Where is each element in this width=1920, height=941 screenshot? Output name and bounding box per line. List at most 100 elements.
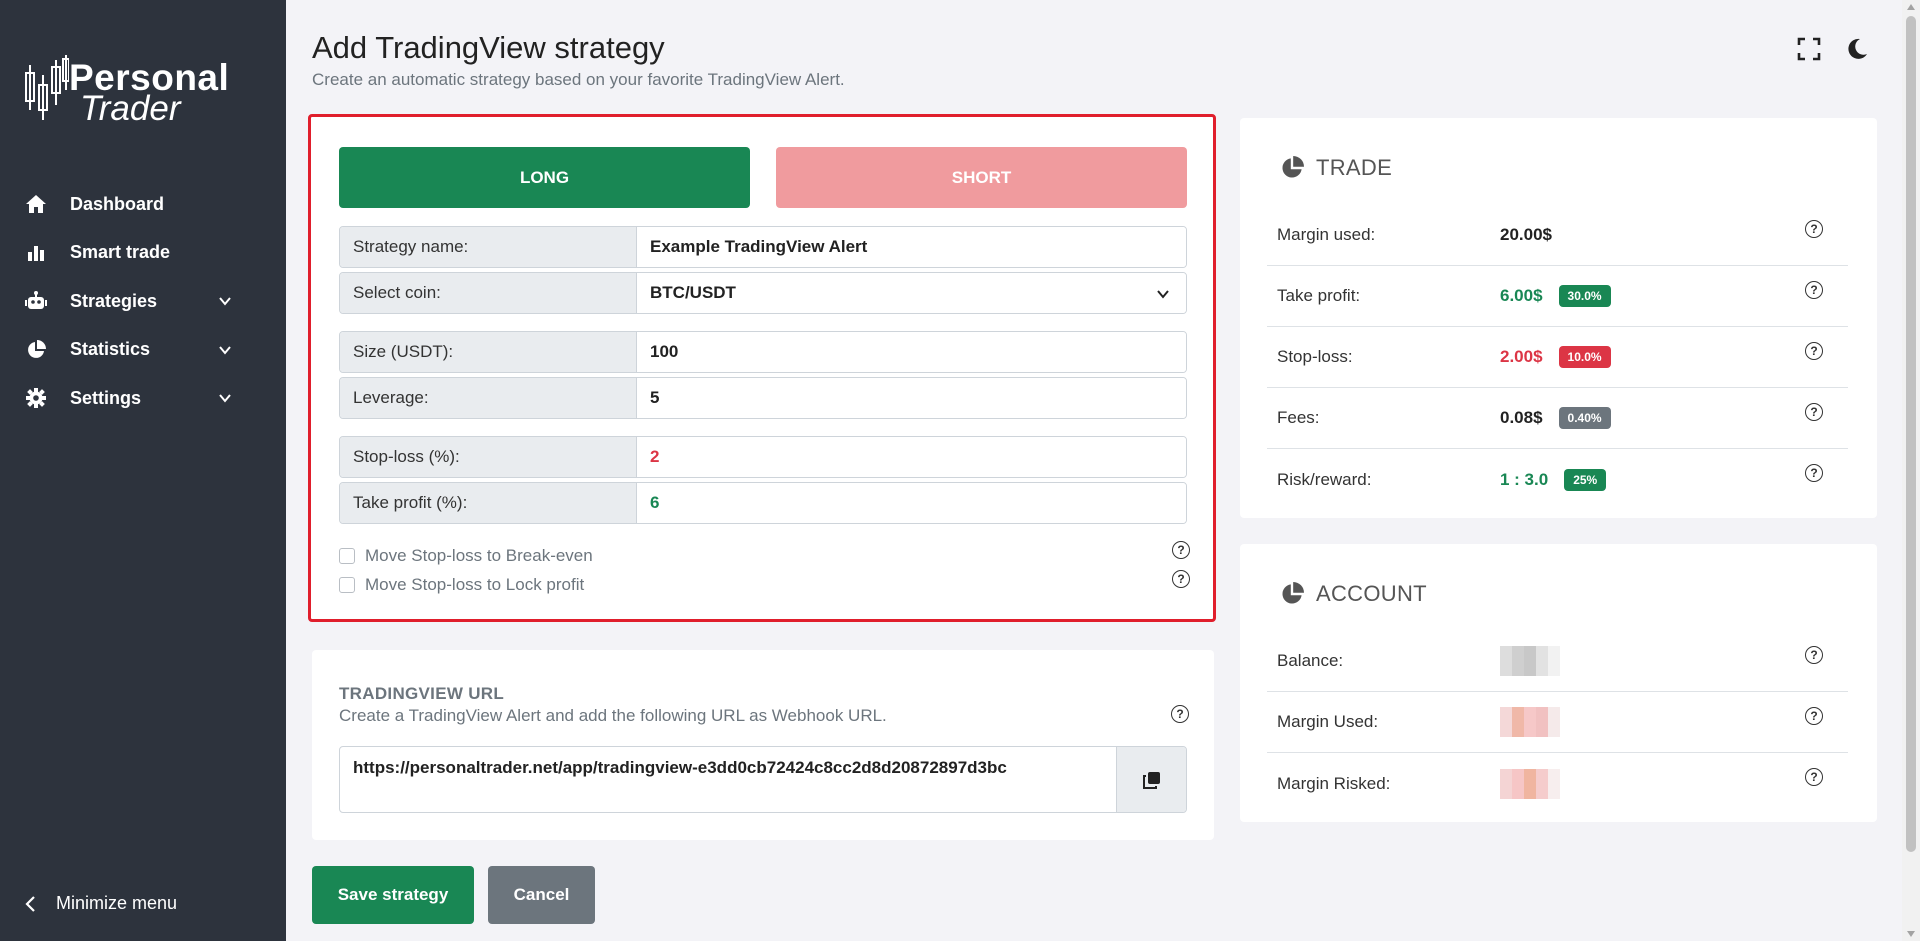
brand-logo[interactable]: Personal Trader xyxy=(25,55,229,128)
sidebar-item-label: Statistics xyxy=(70,339,151,360)
break-even-checkbox[interactable] xyxy=(339,548,355,564)
sidebar-nav: Dashboard Smart trade Strategies Statist… xyxy=(0,180,286,423)
home-icon xyxy=(24,192,48,216)
webhook-url-field[interactable]: https://personaltrader.net/app/tradingvi… xyxy=(339,746,1187,813)
trade-card-title: TRADE xyxy=(1316,155,1393,180)
break-even-option[interactable]: Move Stop-loss to Break-even xyxy=(339,546,593,566)
help-icon[interactable]: ? xyxy=(1805,403,1823,421)
chevron-left-icon xyxy=(25,895,35,912)
sidebar: Personal Trader Dashboard Smart trade St… xyxy=(0,0,286,941)
cancel-button[interactable]: Cancel xyxy=(488,866,595,924)
stop-loss-value: 2.00$ xyxy=(1500,347,1543,366)
help-icon[interactable]: ? xyxy=(1805,281,1823,299)
short-button[interactable]: SHORT xyxy=(776,147,1187,208)
margin-risked-redacted-value xyxy=(1500,768,1560,799)
sidebar-item-settings[interactable]: Settings xyxy=(0,374,286,423)
coin-select-value[interactable]: BTC/USDT xyxy=(637,273,1186,313)
risk-reward-value-group: 1 : 3.0 25% xyxy=(1500,468,1607,491)
candlestick-logo-icon xyxy=(25,55,69,120)
row-label: Risk/reward: xyxy=(1277,469,1372,489)
bar-chart-icon xyxy=(24,241,48,265)
balance-redacted-value xyxy=(1500,646,1560,676)
help-icon[interactable]: ? xyxy=(1805,646,1823,664)
account-margin-used-row: Margin Used: ? xyxy=(1267,692,1848,753)
help-icon[interactable]: ? xyxy=(1805,464,1823,482)
chevron-down-icon xyxy=(219,297,231,306)
scrollbar-thumb[interactable] xyxy=(1906,16,1916,852)
field-label: Stop-loss (%): xyxy=(340,437,637,477)
field-label: Select coin: xyxy=(340,273,637,313)
fullscreen-icon[interactable] xyxy=(1796,36,1822,62)
sidebar-item-label: Smart trade xyxy=(70,242,171,263)
coin-select[interactable]: Select coin: BTC/USDT xyxy=(339,272,1187,314)
help-icon[interactable]: ? xyxy=(1805,342,1823,360)
brand-name-line2: Trader xyxy=(80,89,181,128)
lock-profit-checkbox[interactable] xyxy=(339,577,355,593)
account-card-header: ACCOUNT xyxy=(1280,581,1427,607)
row-label: Fees: xyxy=(1277,408,1320,427)
scroll-down-arrow-icon[interactable] xyxy=(1907,931,1915,937)
copy-url-button[interactable] xyxy=(1116,747,1186,812)
row-label: Margin Used: xyxy=(1277,712,1379,731)
robot-icon xyxy=(24,289,48,313)
strategy-form-card: LONG SHORT Strategy name: Example Tradin… xyxy=(308,114,1216,622)
help-icon[interactable]: ? xyxy=(1171,705,1189,723)
account-card-title: ACCOUNT xyxy=(1316,581,1427,606)
stop-loss-input[interactable]: 2 xyxy=(637,437,1186,477)
minimize-menu-label: Minimize menu xyxy=(56,893,178,913)
save-strategy-button[interactable]: Save strategy xyxy=(312,866,474,924)
fees-row: Fees: 0.08$ 0.40% ? xyxy=(1267,388,1848,449)
take-profit-input[interactable]: 6 xyxy=(637,483,1186,523)
margin-used-redacted-value xyxy=(1500,707,1560,737)
help-icon[interactable]: ? xyxy=(1172,570,1190,588)
chevron-down-icon xyxy=(219,346,231,355)
strategy-name-input[interactable]: Example TradingView Alert xyxy=(637,227,1186,267)
tradingview-url-subtitle: Create a TradingView Alert and add the f… xyxy=(339,706,887,725)
sidebar-item-statistics[interactable]: Statistics xyxy=(0,326,286,375)
sidebar-item-label: Settings xyxy=(70,387,142,408)
pie-chart-icon xyxy=(24,338,48,362)
trade-card-header: TRADE xyxy=(1280,155,1392,181)
field-label: Size (USDT): xyxy=(340,332,637,372)
take-profit-field[interactable]: Take profit (%): 6 xyxy=(339,482,1187,524)
field-label: Leverage: xyxy=(340,378,637,418)
tradingview-url-title: TRADINGVIEW URL xyxy=(339,684,505,703)
help-icon[interactable]: ? xyxy=(1805,768,1823,786)
lock-profit-label: Move Stop-loss to Lock profit xyxy=(365,575,585,594)
lock-profit-option[interactable]: Move Stop-loss to Lock profit xyxy=(339,575,584,595)
minimize-menu-button[interactable]: Minimize menu xyxy=(24,893,177,914)
strategy-name-field[interactable]: Strategy name: Example TradingView Alert xyxy=(339,226,1187,268)
stop-loss-value-group: 2.00$ 10.0% xyxy=(1500,346,1611,368)
size-input[interactable]: 100 xyxy=(637,332,1186,372)
sidebar-item-label: Strategies xyxy=(70,290,158,311)
sidebar-item-smart-trade[interactable]: Smart trade xyxy=(0,229,286,278)
help-icon[interactable]: ? xyxy=(1172,541,1190,559)
vertical-scrollbar[interactable] xyxy=(1902,0,1920,941)
scroll-up-arrow-icon[interactable] xyxy=(1907,4,1915,10)
sidebar-item-dashboard[interactable]: Dashboard xyxy=(0,180,286,229)
take-profit-value-group: 6.00$ 30.0% xyxy=(1500,285,1611,307)
sidebar-item-strategies[interactable]: Strategies xyxy=(0,277,286,326)
help-icon[interactable]: ? xyxy=(1805,707,1823,725)
account-summary-card: ACCOUNT Balance: ? Margin Used: ? Margin… xyxy=(1240,544,1877,822)
field-label: Take profit (%): xyxy=(340,483,637,523)
leverage-input[interactable]: 5 xyxy=(637,378,1186,418)
tradingview-url-card: TRADINGVIEW URL Create a TradingView Ale… xyxy=(312,650,1214,840)
row-label: Stop-loss: xyxy=(1277,347,1353,366)
leverage-field[interactable]: Leverage: 5 xyxy=(339,377,1187,419)
help-icon[interactable]: ? xyxy=(1805,220,1823,238)
row-label: Margin Risked: xyxy=(1277,773,1391,793)
row-label: Margin used: xyxy=(1277,225,1376,244)
page-title: Add TradingView strategy xyxy=(312,30,665,65)
stop-loss-row: Stop-loss: 2.00$ 10.0% ? xyxy=(1267,327,1848,388)
webhook-url-text[interactable]: https://personaltrader.net/app/tradingvi… xyxy=(340,747,1116,812)
risk-reward-badge: 25% xyxy=(1564,468,1607,491)
copy-icon xyxy=(1142,771,1160,789)
row-label: Balance: xyxy=(1277,651,1344,670)
stop-loss-field[interactable]: Stop-loss (%): 2 xyxy=(339,436,1187,478)
dark-mode-moon-icon[interactable] xyxy=(1844,36,1870,62)
take-profit-value: 6.00$ xyxy=(1500,286,1543,305)
balance-row: Balance: ? xyxy=(1267,631,1848,692)
long-button[interactable]: LONG xyxy=(339,147,750,208)
size-field[interactable]: Size (USDT): 100 xyxy=(339,331,1187,373)
